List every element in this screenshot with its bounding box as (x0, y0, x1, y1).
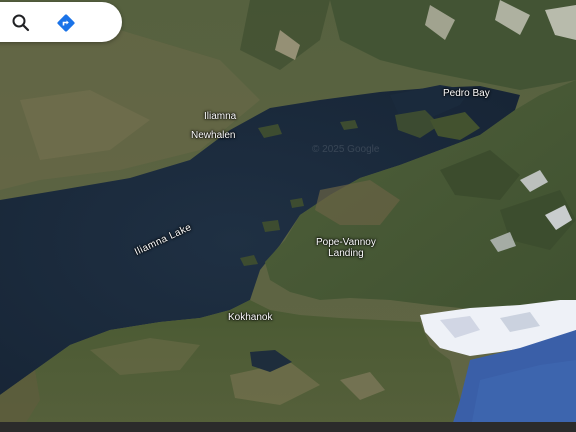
search-box[interactable] (0, 2, 122, 42)
place-label-kokhanok[interactable]: Kokhanok (228, 312, 272, 323)
place-label-newhalen[interactable]: Newhalen (191, 130, 235, 141)
place-label-line-2: Landing (328, 248, 364, 259)
place-label-iliamna[interactable]: Iliamna (204, 111, 236, 122)
search-button[interactable] (11, 13, 31, 33)
map-watermark: © 2025 Google (312, 144, 380, 155)
place-label-pope-vannoy-landing[interactable]: Pope-Vannoy Landing (316, 237, 376, 259)
place-label-pedro-bay[interactable]: Pedro Bay (443, 88, 490, 99)
satellite-imagery (0, 0, 576, 432)
place-label-line-1: Pope-Vannoy (316, 237, 376, 248)
directions-button[interactable] (56, 13, 76, 33)
bottom-bar (0, 422, 576, 432)
directions-icon (57, 14, 75, 32)
search-icon (12, 14, 30, 32)
satellite-map[interactable]: © 2025 Google Iliamna Newhalen Pedro Bay… (0, 0, 576, 432)
